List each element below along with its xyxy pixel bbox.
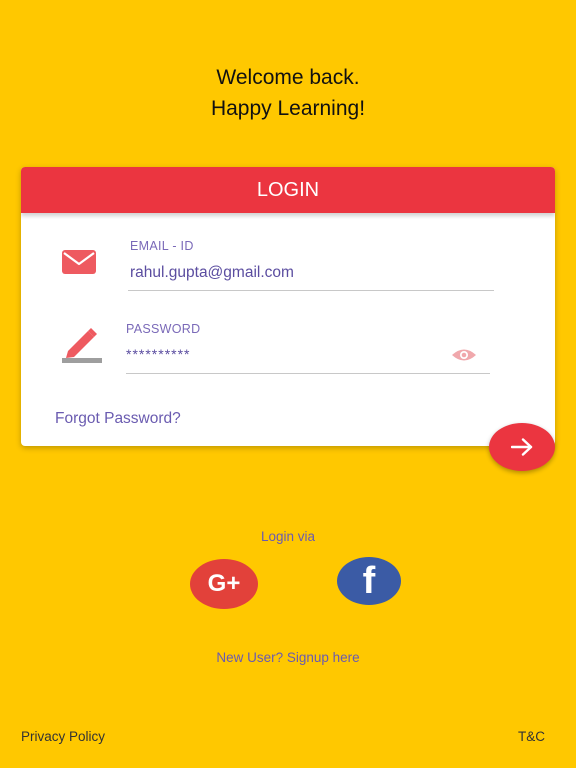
- submit-button[interactable]: [489, 423, 555, 471]
- facebook-button[interactable]: f: [337, 557, 401, 605]
- welcome-message: Welcome back. Happy Learning!: [0, 62, 576, 124]
- email-label: EMAIL - ID: [130, 239, 194, 253]
- privacy-policy-link[interactable]: Privacy Policy: [21, 729, 105, 744]
- google-plus-icon: G+: [207, 570, 241, 597]
- welcome-line-2: Happy Learning!: [210, 97, 366, 120]
- email-field-underline: [128, 290, 494, 291]
- eye-icon[interactable]: [451, 347, 477, 363]
- forgot-password-link[interactable]: Forgot Password?: [55, 410, 181, 428]
- facebook-icon: f: [362, 559, 376, 602]
- password-label: PASSWORD: [126, 322, 201, 336]
- login-card: LOGIN EMAIL - ID rahul.gupta@gmail.com P…: [21, 167, 555, 446]
- pencil-icon: [62, 328, 102, 363]
- email-field[interactable]: rahul.gupta@gmail.com: [130, 264, 294, 282]
- signup-link[interactable]: New User? Signup here: [0, 650, 576, 665]
- welcome-line-1: Welcome back.: [216, 66, 360, 89]
- arrow-right-icon: [511, 438, 533, 456]
- password-field[interactable]: **********: [126, 346, 190, 362]
- password-field-underline: [126, 373, 490, 374]
- terms-link[interactable]: T&C: [518, 729, 545, 744]
- envelope-icon: [62, 250, 96, 274]
- login-via-label: Login via: [260, 529, 316, 544]
- google-plus-button[interactable]: G+: [190, 559, 258, 609]
- login-card-title: LOGIN: [21, 167, 555, 213]
